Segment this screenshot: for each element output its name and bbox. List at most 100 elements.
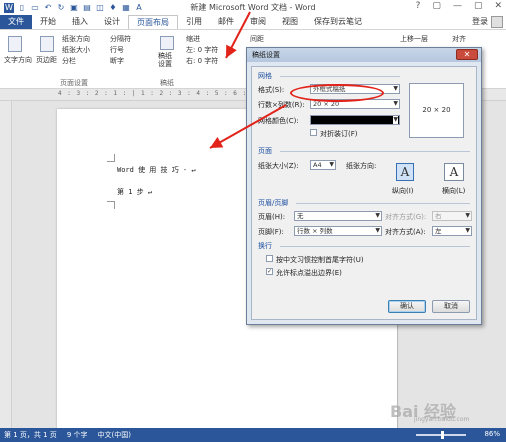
tab-insert[interactable]: 插入 <box>64 15 96 29</box>
word-window: W ▯ ▭ ↶ ↻ ▣ ▤ ◫ ♦ ▦ A 新建 Microsoft Word … <box>0 0 506 442</box>
section-headerfooter-title: 页眉/页脚 <box>258 199 289 207</box>
grid-preview: 20 × 20 <box>409 83 464 138</box>
header-align-select[interactable]: 右 ▼ <box>432 211 472 221</box>
align-button[interactable]: 对齐 <box>452 34 466 44</box>
spacing-label: 间距 <box>250 35 264 43</box>
tab-view[interactable]: 视图 <box>274 15 306 29</box>
title-bar: W ▯ ▭ ↶ ↻ ▣ ▤ ◫ ♦ ▦ A 新建 Microsoft Word … <box>0 0 506 15</box>
orientation-label: 纸张方向: <box>346 162 377 170</box>
footer-select-value: 行数 × 列数 <box>297 227 333 235</box>
section-grid-title: 网格 <box>258 72 272 80</box>
maximize-icon[interactable]: ▢ <box>474 1 483 11</box>
landscape-option[interactable]: A <box>444 163 464 181</box>
chevron-down-icon: ▼ <box>375 227 380 234</box>
tab-references[interactable]: 引用 <box>178 15 210 29</box>
section-wrap-divider <box>280 246 470 247</box>
status-language[interactable]: 中文(中国) <box>98 430 131 440</box>
dialog-close-button[interactable]: ✕ <box>456 49 478 60</box>
avatar-icon[interactable] <box>491 16 503 28</box>
text-direction-icon[interactable] <box>8 36 22 52</box>
wrap2-label: 允许标点溢出边界(E) <box>276 269 342 277</box>
chevron-down-icon: ▼ <box>375 212 380 219</box>
document-line-2[interactable]: 第 1 步 ↵ <box>117 187 152 197</box>
indent-right-field[interactable]: 右: 0 字符 <box>186 56 218 66</box>
chevron-down-icon: ▼ <box>393 100 398 107</box>
papersize-label: 纸张大小(Z): <box>258 162 299 170</box>
status-bar: 第 1 页，共 1 页 9 个字 中文(中国) 86% <box>0 428 506 442</box>
section-page-divider <box>280 151 470 152</box>
ok-button[interactable]: 确认 <box>388 300 426 313</box>
facing-checkbox[interactable] <box>310 129 317 136</box>
gridcolor-select[interactable]: ▼ <box>310 115 400 125</box>
ribbon-display-icon[interactable]: ▢ <box>432 1 441 11</box>
hyphenation-button[interactable]: 断字 <box>110 56 124 66</box>
watermark-url: jingyan.baidu.com <box>414 416 470 423</box>
status-words[interactable]: 9 个字 <box>67 430 88 440</box>
footer-align-label: 对齐方式(A): <box>385 228 426 236</box>
header-align-value: 右 <box>435 212 442 220</box>
zoom-thumb[interactable] <box>441 431 444 439</box>
papersize-select-value: A4 <box>313 161 322 169</box>
tab-cloud-notes[interactable]: 保存到云笔记 <box>306 15 370 29</box>
indent-label: 缩进 <box>186 35 200 43</box>
group-page-setup: 页面设置 <box>60 79 88 87</box>
minimize-icon[interactable]: — <box>453 1 462 11</box>
vertical-ruler[interactable] <box>0 101 12 428</box>
tab-review[interactable]: 审阅 <box>242 15 274 29</box>
breaks-button[interactable]: 分隔符 <box>110 34 131 44</box>
text-direction-button[interactable]: 文字方向 <box>4 55 32 65</box>
manuscript-button[interactable]: 稿纸 设置 <box>158 52 172 68</box>
manuscript-icon[interactable] <box>160 36 174 50</box>
close-icon[interactable]: ✕ <box>494 1 502 11</box>
chevron-down-icon: ▼ <box>465 212 470 219</box>
section-wrap-title: 换行 <box>258 242 272 250</box>
chevron-down-icon: ▼ <box>393 85 398 92</box>
bring-forward-button[interactable]: 上移一层 <box>400 34 428 44</box>
ribbon-tabs: 文件 开始 插入 设计 页面布局 引用 邮件 审阅 视图 保存到云笔记 登录 <box>0 15 506 29</box>
papersize-select[interactable]: A4 ▼ <box>310 160 336 170</box>
tab-page-layout[interactable]: 页面布局 <box>128 15 178 29</box>
facing-label: 对折装订(F) <box>320 130 358 138</box>
wrap2-checkbox[interactable]: ✓ <box>266 268 273 275</box>
rowcol-label: 行数×列数(R): <box>258 101 305 109</box>
grid-preview-text: 20 × 20 <box>422 106 451 114</box>
footer-align-value: 左 <box>435 227 442 235</box>
footer-label: 页脚(F): <box>258 228 284 236</box>
footer-select[interactable]: 行数 × 列数 ▼ <box>294 226 382 236</box>
orientation-button[interactable]: 纸张方向 <box>62 34 90 44</box>
cancel-button[interactable]: 取消 <box>432 300 470 313</box>
chevron-down-icon: ▼ <box>465 227 470 234</box>
header-select[interactable]: 无 ▼ <box>294 211 382 221</box>
wrap1-label: 按中文习惯控制首尾字符(U) <box>276 256 364 264</box>
zoom-level[interactable]: 86% <box>484 430 500 438</box>
document-line-1[interactable]: Word 使 用 技 巧 - ↵ <box>117 165 196 175</box>
header-align-label: 对齐方式(G): <box>385 213 427 221</box>
portrait-option[interactable]: A <box>396 163 414 181</box>
section-grid-divider <box>280 76 400 77</box>
margins-icon[interactable] <box>40 36 54 52</box>
columns-button[interactable]: 分栏 <box>62 56 76 66</box>
tab-file[interactable]: 文件 <box>0 15 32 29</box>
wrap1-checkbox[interactable] <box>266 255 273 262</box>
tab-home[interactable]: 开始 <box>32 15 64 29</box>
footer-align-select[interactable]: 左 ▼ <box>432 226 472 236</box>
tab-design[interactable]: 设计 <box>96 15 128 29</box>
help-icon[interactable]: ? <box>416 1 421 11</box>
chevron-down-icon: ▼ <box>393 116 398 124</box>
group-manuscript: 稿纸 <box>160 79 174 87</box>
margins-button[interactable]: 页边距 <box>36 55 57 65</box>
line-numbers-button[interactable]: 行号 <box>110 45 124 55</box>
margin-corner-top-left <box>107 154 115 162</box>
size-button[interactable]: 纸张大小 <box>62 45 90 55</box>
chevron-down-icon: ▼ <box>329 161 334 168</box>
landscape-label: 横向(L) <box>442 187 466 195</box>
header-select-value: 无 <box>297 212 304 220</box>
status-page[interactable]: 第 1 页，共 1 页 <box>4 430 57 440</box>
tab-mailings[interactable]: 邮件 <box>210 15 242 29</box>
dialog-title-bar[interactable]: 稿纸设置 ✕ <box>247 48 481 62</box>
window-controls: ? ▢ — ▢ ✕ <box>416 1 502 11</box>
annotation-ellipse <box>290 84 384 102</box>
login-link[interactable]: 登录 <box>472 15 488 29</box>
portrait-label: 纵向(I) <box>392 187 414 195</box>
indent-left-field[interactable]: 左: 0 字符 <box>186 45 218 55</box>
